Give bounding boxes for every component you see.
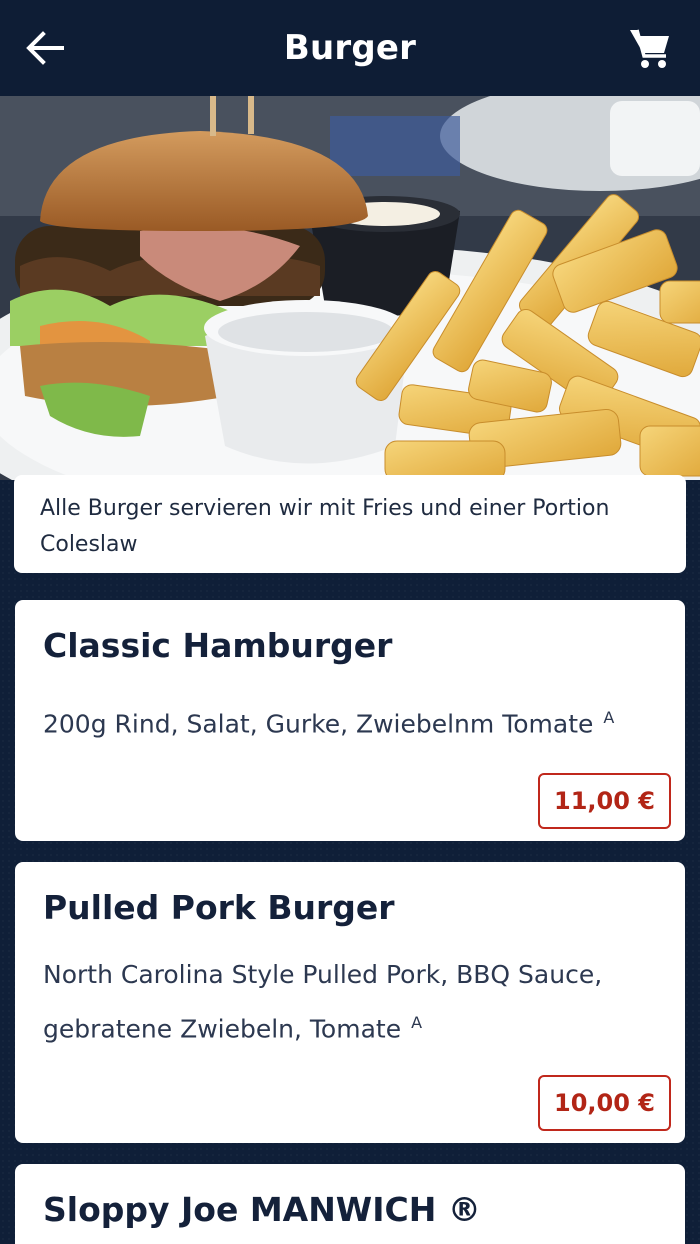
intro-text: Alle Burger servieren wir mit Fries und … [40, 496, 610, 557]
hero-image [0, 96, 700, 480]
item-description: 200g Rind, Salat, Gurke, Zwiebelnm Tomat… [43, 694, 657, 748]
item-title: Classic Hamburger [43, 626, 393, 665]
allergen-mark: A [603, 708, 615, 727]
intro-note: Alle Burger servieren wir mit Fries und … [14, 475, 686, 573]
item-description-text: 200g Rind, Salat, Gurke, Zwiebelnm Tomat… [43, 709, 594, 739]
burger-photo [0, 96, 700, 480]
item-description-text: North Carolina Style Pulled Pork, BBQ Sa… [43, 960, 603, 1044]
back-button[interactable] [24, 28, 66, 68]
menu-item-card[interactable]: Sloppy Joe MANWICH ® [15, 1164, 685, 1244]
item-title: Sloppy Joe MANWICH ® [43, 1190, 481, 1229]
allergen-mark: A [411, 1013, 423, 1032]
price-button[interactable]: 10,00 € [538, 1075, 671, 1131]
shopping-cart-icon [630, 29, 669, 68]
app-bar: Burger [0, 0, 700, 96]
arrow-left-icon [26, 31, 64, 65]
cart-button[interactable] [628, 26, 672, 70]
item-description: North Carolina Style Pulled Pork, BBQ Sa… [43, 951, 603, 1053]
item-title: Pulled Pork Burger [43, 888, 395, 927]
menu-item-card[interactable]: Pulled Pork Burger North Carolina Style … [15, 862, 685, 1143]
menu-item-card[interactable]: Classic Hamburger 200g Rind, Salat, Gurk… [15, 600, 685, 841]
price-button[interactable]: 11,00 € [538, 773, 671, 829]
page-title: Burger [283, 28, 417, 68]
